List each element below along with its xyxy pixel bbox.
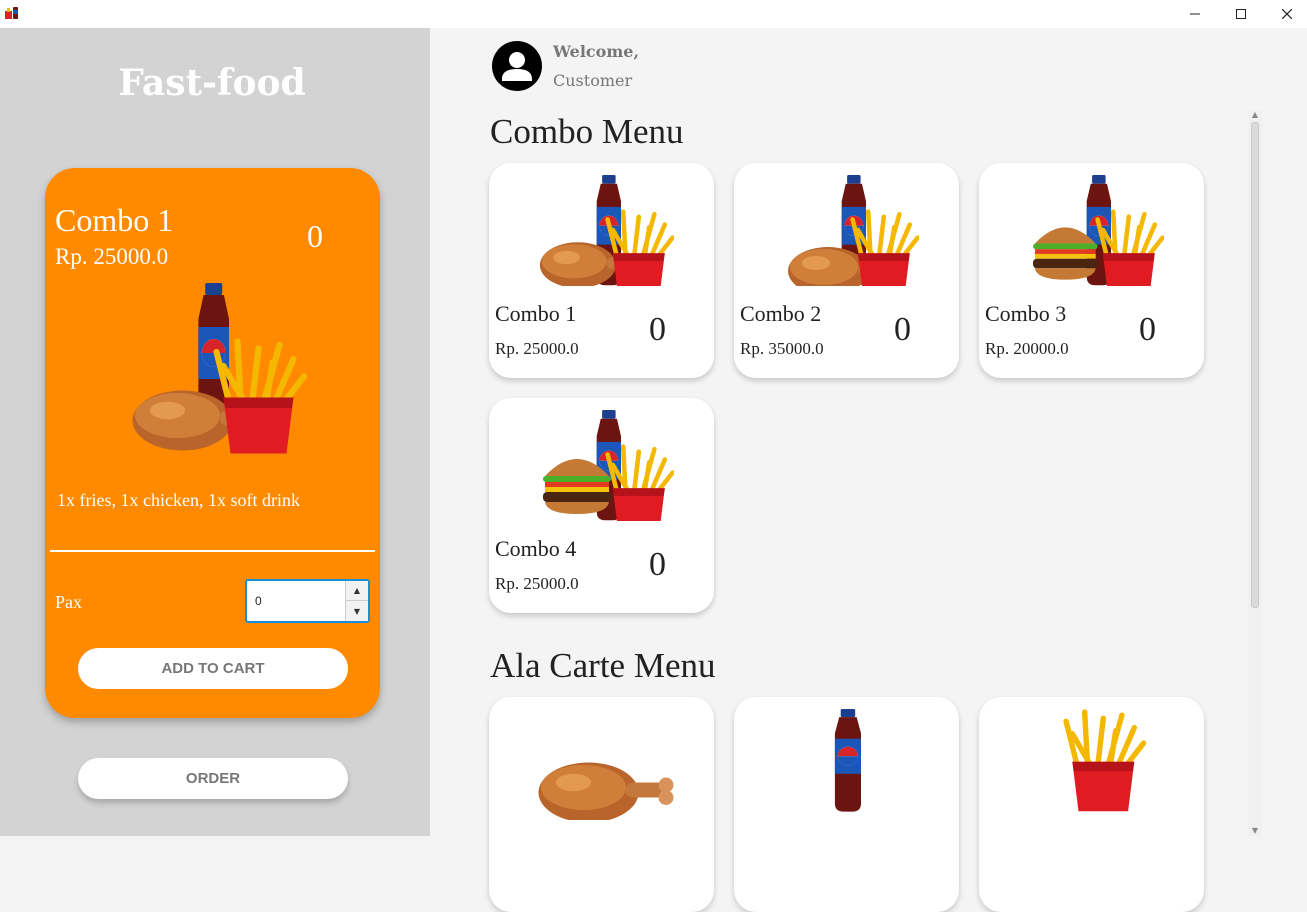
card-qty: 0: [649, 546, 666, 583]
order-button[interactable]: ORDER: [78, 758, 348, 799]
card-name: Combo 4: [495, 536, 577, 561]
add-to-cart-button[interactable]: ADD TO CART: [78, 648, 348, 689]
combo-1-image: [539, 175, 674, 286]
maximize-button[interactable]: [1218, 0, 1264, 28]
scroll-up-icon[interactable]: ▲: [1248, 110, 1262, 120]
selected-item-name: Combo 1: [55, 202, 174, 238]
close-icon: [1282, 9, 1292, 19]
card-name: Combo 2: [740, 301, 822, 326]
user-icon: [502, 52, 532, 81]
menu-card-combo-2[interactable]: Combo 2 Rp. 35000.0 0: [734, 163, 959, 378]
selected-item-card: Combo 1 Rp. 25000.0 0 1x fries, 1x chick…: [45, 168, 380, 718]
soda-bottle-image: [834, 709, 861, 812]
combo-3-image: [1033, 175, 1164, 286]
caret-down-icon: ▼: [353, 606, 361, 616]
minimize-button[interactable]: [1172, 0, 1218, 28]
combo-menu-title: Combo Menu: [490, 112, 684, 151]
card-price: Rp. 25000.0: [495, 339, 579, 358]
sidebar: Fast-food Combo 1 Rp. 25000.0 0 1x fries…: [0, 28, 430, 836]
close-button[interactable]: [1264, 0, 1307, 28]
minimize-icon: [1190, 13, 1200, 15]
main-panel: Welcome, Customer Combo Menu Combo 1 Rp.…: [430, 28, 1307, 912]
selected-item-description: 1x fries, 1x chicken, 1x soft drink: [57, 490, 300, 510]
fries-image: [1019, 705, 1164, 820]
menu-card-combo-1[interactable]: Combo 1 Rp. 25000.0 0: [489, 163, 714, 378]
vertical-scrollbar[interactable]: ▲ ▼: [1248, 110, 1262, 836]
spinner-down-button[interactable]: ▼: [346, 601, 368, 621]
pax-input[interactable]: 0: [255, 594, 262, 608]
menu-card-chicken[interactable]: [489, 697, 714, 912]
scroll-thumb[interactable]: [1251, 122, 1259, 608]
caret-up-icon: ▲: [353, 586, 361, 595]
combo-meal-image: [132, 283, 320, 458]
welcome-label: Welcome,: [553, 42, 640, 61]
selected-item-qty: 0: [307, 218, 323, 254]
ala-carte-menu-title: Ala Carte Menu: [490, 646, 716, 685]
divider: [50, 550, 375, 552]
chicken-drumstick-image: [538, 762, 674, 820]
card-qty: 0: [894, 311, 911, 348]
card-qty: 0: [649, 311, 666, 348]
combo-2-image: [788, 175, 919, 286]
menu-card-combo-3[interactable]: Combo 3 Rp. 20000.0 0: [979, 163, 1204, 378]
card-price: Rp. 20000.0: [985, 339, 1069, 358]
menu-card-soda[interactable]: [734, 697, 959, 912]
spinner-up-button[interactable]: ▲: [346, 581, 368, 601]
pax-spinner[interactable]: 0 ▲ ▼: [245, 579, 370, 623]
maximize-icon: [1236, 9, 1246, 19]
card-qty: 0: [1139, 311, 1156, 348]
user-name: Customer: [553, 71, 633, 90]
card-price: Rp. 35000.0: [740, 339, 824, 358]
user-avatar: [492, 41, 542, 91]
menu-card-fries[interactable]: [979, 697, 1204, 912]
app-icon: [5, 7, 18, 19]
brand-title: Fast-food: [118, 62, 306, 104]
card-price: Rp. 25000.0: [495, 574, 579, 593]
menu-card-combo-4[interactable]: Combo 4 Rp. 25000.0 0: [489, 398, 714, 613]
combo-4-image: [543, 410, 674, 521]
pax-label: Pax: [55, 592, 82, 612]
card-name: Combo 1: [495, 301, 577, 326]
scroll-down-icon[interactable]: ▼: [1248, 826, 1262, 836]
card-name: Combo 3: [985, 301, 1067, 326]
selected-item-price: Rp. 25000.0: [55, 244, 169, 269]
spinner-buttons: ▲ ▼: [345, 581, 368, 621]
title-bar: [0, 0, 1307, 28]
